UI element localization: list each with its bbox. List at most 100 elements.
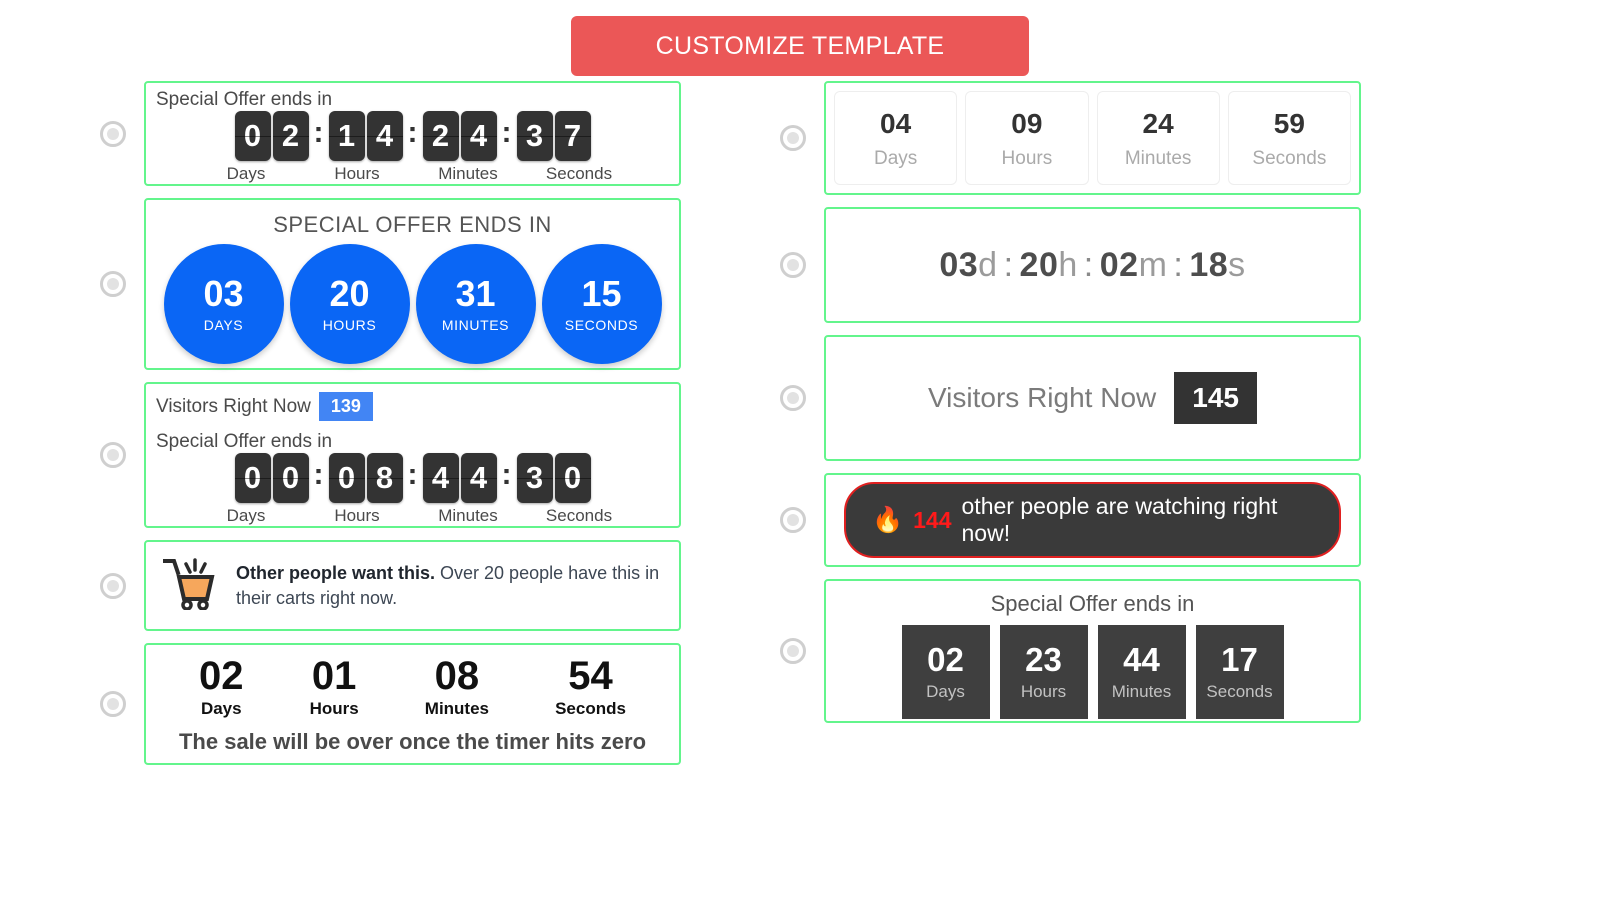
card-watching-pill[interactable]: 🔥 144 other people are watching right no… [824, 473, 1361, 567]
unit-seconds: 17 Seconds [1195, 625, 1284, 719]
card-title: SPECIAL OFFER ENDS IN [273, 212, 552, 237]
dark-box-row: 02 Days 23 Hours 44 Minutes 17 Seconds [826, 625, 1359, 721]
card-visitors-flip[interactable]: Visitors Right Now 139 Special Offer end… [144, 382, 681, 528]
flip-separator: : [407, 116, 418, 149]
cart-body: Other people want this. Over 20 people h… [146, 542, 679, 629]
flip-digit: 0 [234, 453, 271, 503]
cart-message-bold: Other people want this. [236, 563, 436, 584]
flip-digit-row: 0 0 : 0 8 : 4 4 : 3 0 [146, 453, 679, 503]
visitors-line: Visitors Right Now 139 [146, 384, 679, 421]
flip-digit: 0 [554, 453, 591, 503]
radio-boxed-cells[interactable] [780, 125, 806, 151]
flip-label-row: Days Hours Minutes Seconds [146, 503, 679, 526]
unit-label: Seconds [1252, 148, 1327, 169]
unit-label: Days [200, 699, 242, 718]
unit-days: 02 Days [199, 655, 244, 719]
template-option-visitors-dark[interactable]: Visitors Right Now 145 [780, 335, 1500, 461]
radio-visitors-flip[interactable] [100, 442, 126, 468]
flip-digit: 4 [422, 453, 459, 503]
unit-label: Days [926, 682, 965, 702]
unit-value: 04 [880, 108, 912, 139]
circle-unit-minutes: 31 MINUTES [415, 244, 536, 364]
flip-digit: 0 [272, 453, 309, 503]
flip-digit: 2 [272, 111, 309, 161]
radio-flip-clock-basic[interactable] [100, 120, 126, 147]
template-picker: Special Offer ends in 0 2 : 1 4 : 2 4 : … [0, 76, 1600, 777]
customize-template-button[interactable]: CUSTOMIZE TEMPLATE [571, 16, 1029, 76]
unit-label-seconds: Seconds [545, 164, 613, 183]
card-cart-social-proof[interactable]: Other people want this. Over 20 people h… [144, 540, 681, 631]
template-option-flip-clock-basic[interactable]: Special Offer ends in 0 2 : 1 4 : 2 4 : … [100, 81, 740, 186]
flip-label-row: Days Hours Minutes Seconds [146, 161, 679, 184]
unit-value: 03 [203, 273, 244, 315]
watching-count: 144 [913, 506, 952, 533]
circle-row: 03 DAYS 20 HOURS 31 MINUTES 15 SECONDS [146, 244, 679, 368]
flip-separator: : [313, 458, 324, 491]
shopping-cart-icon [162, 556, 220, 615]
unit-label: Minutes [424, 699, 490, 718]
unit-label: DAYS [203, 316, 244, 333]
radio-cart-social-proof[interactable] [100, 572, 126, 599]
radio-watching-pill[interactable] [780, 507, 806, 533]
flame-icon: 🔥 [872, 505, 904, 534]
unit-value: 02 [199, 654, 244, 698]
unit-value: 31 [455, 273, 496, 315]
flip-separator: : [501, 116, 512, 149]
card-title: Special Offer ends in [156, 89, 333, 110]
top-toolbar: CUSTOMIZE TEMPLATE [0, 0, 1600, 76]
unit-minutes: 08 Minutes [425, 655, 489, 719]
radio-blue-circles[interactable] [100, 271, 126, 297]
unit-value-days: 03 [939, 245, 979, 284]
unit-label: HOURS [322, 316, 377, 333]
unit-value: 02 [927, 640, 964, 678]
card-visitors-dark[interactable]: Visitors Right Now 145 [824, 335, 1361, 461]
unit-label: MINUTES [441, 316, 510, 333]
flip-digit: 0 [234, 111, 271, 161]
unit-label: Hours [1001, 148, 1053, 169]
unit-label-minutes: Minutes [438, 164, 498, 183]
separator: : [1083, 245, 1094, 284]
card-boxed-cells[interactable]: 04 Days 09 Hours 24 Minutes 59 Seconds [824, 81, 1361, 195]
unit-value: 09 [1011, 108, 1043, 139]
template-option-dark-boxes[interactable]: Special Offer ends in 02 Days 23 Hours 4… [780, 579, 1500, 723]
flip-digit: 3 [516, 111, 553, 161]
unit-label: Hours [309, 699, 359, 718]
unit-seconds: 54 Seconds [555, 655, 626, 719]
template-option-bold-numeric[interactable]: 02 Days 01 Hours 08 Minutes 54 Seconds T… [100, 643, 740, 765]
radio-visitors-dark[interactable] [780, 385, 806, 411]
inline-timer: 03d:20h:02m:18s [939, 246, 1245, 285]
unit-days: 04 Days [834, 91, 958, 185]
radio-bold-numeric[interactable] [100, 691, 126, 717]
card-flip-clock-basic[interactable]: Special Offer ends in 0 2 : 1 4 : 2 4 : … [144, 81, 681, 186]
visitors-count-badge: 139 [318, 392, 373, 421]
card-inline-dhms[interactable]: 03d:20h:02m:18s [824, 207, 1361, 323]
unit-hours: 23 Hours [999, 625, 1088, 719]
unit-suffix-hours: h [1058, 245, 1078, 284]
card-blue-circles[interactable]: SPECIAL OFFER ENDS IN 03 DAYS 20 HOURS 3… [144, 198, 681, 370]
unit-label-days: Days [226, 164, 266, 183]
circle-unit-seconds: 15 SECONDS [541, 244, 662, 364]
radio-inline-dhms[interactable] [780, 252, 806, 278]
unit-minutes: 24 Minutes [1096, 91, 1220, 185]
unit-value: 08 [434, 654, 480, 698]
unit-label: Days [873, 148, 918, 169]
unit-days: 02 Days [901, 625, 990, 719]
flip-digit: 4 [366, 111, 403, 161]
template-option-watching-pill[interactable]: 🔥 144 other people are watching right no… [780, 473, 1500, 567]
flip-digit: 4 [460, 111, 497, 161]
flip-digit: 3 [516, 453, 553, 503]
unit-seconds: 59 Seconds [1227, 91, 1351, 185]
unit-value: 59 [1273, 108, 1305, 139]
template-option-blue-circles[interactable]: SPECIAL OFFER ENDS IN 03 DAYS 20 HOURS 3… [100, 198, 740, 370]
unit-value: 01 [311, 654, 357, 698]
card-bold-numeric[interactable]: 02 Days 01 Hours 08 Minutes 54 Seconds T… [144, 643, 681, 765]
template-option-cart-social-proof[interactable]: Other people want this. Over 20 people h… [100, 540, 740, 631]
card-dark-boxes[interactable]: Special Offer ends in 02 Days 23 Hours 4… [824, 579, 1361, 723]
template-option-inline-dhms[interactable]: 03d:20h:02m:18s [780, 207, 1500, 323]
template-option-boxed-cells[interactable]: 04 Days 09 Hours 24 Minutes 59 Seconds [780, 81, 1500, 195]
template-option-visitors-flip[interactable]: Visitors Right Now 139 Special Offer end… [100, 382, 740, 528]
radio-dark-boxes[interactable] [780, 638, 806, 664]
visitors-label: Visitors Right Now [156, 395, 311, 417]
separator: : [1173, 245, 1184, 284]
left-template-column: Special Offer ends in 0 2 : 1 4 : 2 4 : … [0, 81, 740, 777]
